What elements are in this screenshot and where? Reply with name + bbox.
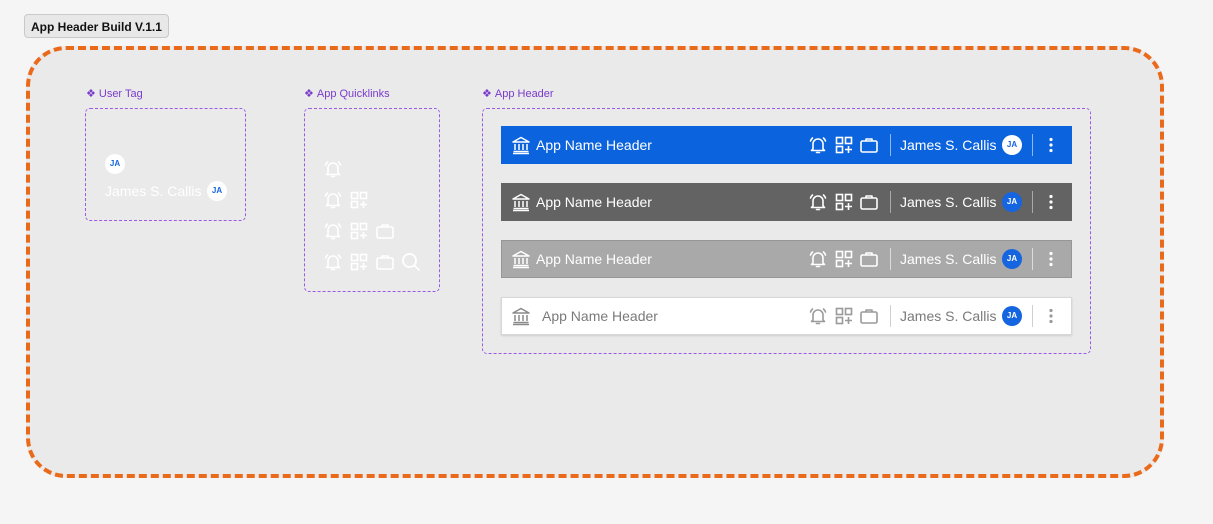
bank-icon <box>511 306 531 326</box>
bank-icon <box>511 192 531 212</box>
grid-add-icon[interactable] <box>349 221 369 241</box>
grid-add-icon[interactable] <box>834 192 854 212</box>
app-header-blue: App Name Header James S. Callis JA <box>501 126 1072 164</box>
app-header-dark: App Name Header James S. Callis JA <box>501 183 1072 221</box>
component-diamond-icon: ❖ <box>304 88 314 100</box>
app-header-white: App Name Header James S. Callis JA <box>501 297 1072 335</box>
grid-add-icon[interactable] <box>834 249 854 269</box>
bell-icon[interactable] <box>808 306 828 326</box>
briefcase-icon[interactable] <box>859 306 879 326</box>
briefcase-icon[interactable] <box>859 249 879 269</box>
bell-icon[interactable] <box>323 221 343 241</box>
app-header-gray: App Name Header James S. Callis JA <box>501 240 1072 278</box>
briefcase-icon[interactable] <box>859 135 879 155</box>
avatar[interactable]: JA <box>1002 135 1022 155</box>
more-vertical-icon[interactable] <box>1041 135 1061 155</box>
app-name-title[interactable]: App Name Header <box>536 194 652 210</box>
frame-title-tag[interactable]: App Header Build V.1.1 <box>24 14 169 38</box>
divider <box>1032 191 1033 213</box>
grid-add-icon[interactable] <box>349 252 369 272</box>
bank-icon <box>511 135 531 155</box>
app-header-label-text: App Header <box>494 88 554 100</box>
bell-icon[interactable] <box>323 252 343 272</box>
briefcase-icon[interactable] <box>859 192 879 212</box>
divider <box>1032 248 1033 270</box>
app-header-label[interactable]: ❖ App Header <box>482 87 554 100</box>
bank-icon <box>511 249 531 269</box>
bell-icon[interactable] <box>808 192 828 212</box>
user-name[interactable]: James S. Callis <box>900 137 996 153</box>
divider <box>890 191 891 213</box>
grid-add-icon[interactable] <box>834 135 854 155</box>
bell-icon[interactable] <box>808 135 828 155</box>
avatar[interactable]: JA <box>1002 192 1022 212</box>
app-header-component[interactable]: App Name Header James S. Callis JA App N… <box>482 108 1091 354</box>
component-board: ❖ User Tag JA James S. Callis JA ❖ App Qui… <box>26 46 1164 478</box>
app-quicklinks-label[interactable]: ❖ App Quicklinks <box>304 87 390 100</box>
search-icon[interactable] <box>401 252 421 272</box>
bell-icon[interactable] <box>323 190 343 210</box>
divider <box>890 248 891 270</box>
app-quicklinks-component[interactable] <box>304 108 440 292</box>
more-vertical-icon[interactable] <box>1041 192 1061 212</box>
user-tag-component[interactable]: JA James S. Callis JA <box>85 108 246 221</box>
divider <box>890 134 891 156</box>
avatar: JA <box>105 154 125 174</box>
grid-add-icon[interactable] <box>349 190 369 210</box>
app-quicklinks-label-text: App Quicklinks <box>316 88 390 100</box>
divider <box>890 305 891 327</box>
user-name[interactable]: James S. Callis <box>900 308 996 324</box>
app-name-title[interactable]: App Name Header <box>536 137 652 153</box>
user-tag-label-text: User Tag <box>98 88 143 100</box>
briefcase-icon[interactable] <box>375 252 395 272</box>
user-name[interactable]: James S. Callis <box>900 194 996 210</box>
bell-icon[interactable] <box>808 249 828 269</box>
grid-add-icon[interactable] <box>834 306 854 326</box>
app-name-title[interactable]: App Name Header <box>536 251 652 267</box>
avatar[interactable]: JA <box>1002 306 1022 326</box>
briefcase-icon[interactable] <box>375 221 395 241</box>
more-vertical-icon[interactable] <box>1041 249 1061 269</box>
divider <box>1032 134 1033 156</box>
bell-icon[interactable] <box>323 159 343 179</box>
more-vertical-icon[interactable] <box>1041 306 1061 326</box>
avatar: JA <box>207 181 227 201</box>
component-diamond-icon: ❖ <box>482 88 492 100</box>
user-tag-label[interactable]: ❖ User Tag <box>86 87 143 100</box>
user-name: James S. Callis <box>105 183 202 199</box>
app-name-title[interactable]: App Name Header <box>542 308 658 324</box>
component-diamond-icon: ❖ <box>86 88 96 100</box>
divider <box>1032 305 1033 327</box>
user-name[interactable]: James S. Callis <box>900 251 996 267</box>
avatar[interactable]: JA <box>1002 249 1022 269</box>
